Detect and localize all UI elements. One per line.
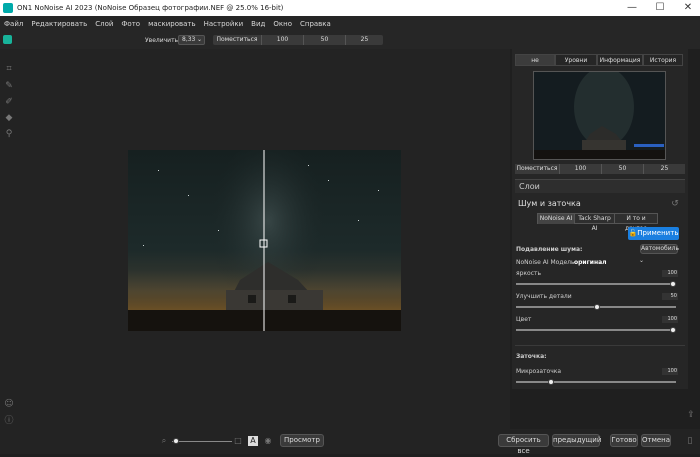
zoom-100-button[interactable]: 100 xyxy=(261,35,303,45)
zoom-presets: Поместиться 100 50 25 xyxy=(213,35,383,45)
menu-layer[interactable]: Слой xyxy=(91,20,117,28)
nav-fit-button[interactable]: Поместиться xyxy=(515,164,559,174)
menu-mask[interactable]: маскировать xyxy=(144,20,200,28)
tab-tack-sharp-ai[interactable]: Tack Sharp AI xyxy=(574,214,614,232)
reset-all-button[interactable]: Сбросить все xyxy=(498,434,549,455)
zoom-label: Увеличить xyxy=(145,37,179,44)
tab-both[interactable]: И то и другое xyxy=(614,214,657,232)
tab-levels[interactable]: Уровни xyxy=(555,54,597,66)
nav-50-button[interactable]: 50 xyxy=(601,164,643,174)
menu-bar: Файл Редактировать Слой Фото маскировать… xyxy=(0,16,700,31)
night-sky-barn-image xyxy=(128,150,401,331)
slider-label-brightness: яркость xyxy=(516,270,542,277)
slider-value-details[interactable]: 50 xyxy=(662,293,678,300)
panel-toggle-icon[interactable]: ▯ xyxy=(685,436,695,446)
slider-knob-color[interactable] xyxy=(670,327,676,333)
slider-value-brightness[interactable]: 100 xyxy=(662,270,678,277)
tab-history[interactable]: История xyxy=(643,54,683,66)
noise-header: Подавление шума: xyxy=(516,246,583,253)
model-value[interactable]: оригинал xyxy=(574,259,607,266)
menu-settings[interactable]: Настройки xyxy=(200,20,248,28)
unlock-icon: 🔓 xyxy=(628,229,638,237)
zoom-slider-track[interactable] xyxy=(172,441,232,442)
eraser-icon[interactable]: ◆ xyxy=(4,113,14,123)
tab-nonoise-ai[interactable]: NoNoise AI xyxy=(538,214,574,224)
menu-window[interactable]: Окно xyxy=(269,20,296,28)
menu-view[interactable]: Вид xyxy=(247,20,269,28)
title-bar: ON1 NoNoise AI 2023 (NoNoise Образец фот… xyxy=(0,0,700,16)
canvas[interactable] xyxy=(18,49,510,429)
thumbnail-image xyxy=(534,67,665,159)
menu-file[interactable]: Файл xyxy=(0,20,27,28)
tab-navigator[interactable]: не xyxy=(515,54,555,66)
nav-100-button[interactable]: 100 xyxy=(559,164,601,174)
cancel-button[interactable]: Отмена xyxy=(641,434,671,447)
zoom-slider-knob[interactable] xyxy=(173,438,179,444)
slider-knob-brightness[interactable] xyxy=(670,281,676,287)
export-icon[interactable]: ⇪ xyxy=(686,410,696,420)
toolbar: Увеличить 8,33 ⌄ Поместиться 100 50 25 xyxy=(0,31,700,49)
navigator-thumbnail[interactable] xyxy=(533,67,666,160)
sharpen-header: Заточка: xyxy=(516,353,547,360)
previous-button[interactable]: предыдущий xyxy=(552,434,601,447)
zoom-out-icon[interactable]: ⌕ xyxy=(159,436,169,446)
apply-label: Применить xyxy=(637,229,679,237)
zoom-25-button[interactable]: 25 xyxy=(345,35,383,45)
zoom-value: 8,33 xyxy=(182,36,196,43)
chevron-down-icon: ⌄ xyxy=(196,36,202,43)
right-panel: не Уровни Информация История Поместиться… xyxy=(512,49,688,389)
model-chevron-icon[interactable]: ⌄ xyxy=(639,257,644,264)
slider-knob-details[interactable] xyxy=(594,304,600,310)
split-view-icon[interactable]: A xyxy=(248,436,258,446)
zoom-fit-button[interactable]: Поместиться xyxy=(213,35,261,45)
bottom-bar: ⌕ □ A ◉ Просмотр Сбросить все предыдущий… xyxy=(18,429,700,455)
divider xyxy=(515,345,685,346)
user-icon[interactable]: ☺ xyxy=(4,399,14,409)
tool-bar: ⌗ ✎ ✐ ◆ ⚲ ☺ ⓘ xyxy=(0,49,18,454)
menu-edit[interactable]: Редактировать xyxy=(27,20,91,28)
photo-preview xyxy=(128,150,401,331)
apply-button[interactable]: 🔓Применить xyxy=(628,227,679,240)
refine-brush-icon[interactable]: ✎ xyxy=(4,81,14,91)
layers-title: Слои xyxy=(519,182,540,191)
slider-label-color: Цвет xyxy=(516,316,532,323)
slider-label-microsharpen: Микрозаточка xyxy=(516,368,562,375)
nav-zoom-presets: Поместиться 100 50 25 xyxy=(515,164,685,174)
zoom-tool-icon[interactable]: ⚲ xyxy=(4,129,14,139)
slider-knob-microsharpen[interactable] xyxy=(548,379,554,385)
slider-value-microsharpen[interactable]: 100 xyxy=(662,368,678,375)
preview-button[interactable]: Просмотр xyxy=(280,434,324,447)
tab-info[interactable]: Информация xyxy=(597,54,643,66)
window-title: ON1 NoNoise AI 2023 (NoNoise Образец фот… xyxy=(17,4,284,12)
zoom-select[interactable]: 8,33 ⌄ xyxy=(178,35,205,45)
section-title: Шум и заточка xyxy=(518,199,581,208)
ai-mode-tabs: NoNoise AI Tack Sharp AI И то и другое xyxy=(537,213,658,232)
menu-help[interactable]: Справка xyxy=(296,20,335,28)
model-label: NoNoise AI Модель xyxy=(516,259,575,266)
panel-tabs: не Уровни Информация История xyxy=(515,54,683,66)
menu-photo[interactable]: Фото xyxy=(117,20,144,28)
app-logo-icon xyxy=(3,35,12,44)
minimize-button[interactable]: — xyxy=(620,0,644,16)
slider-value-color[interactable]: 100 xyxy=(662,316,678,323)
slider-label-details: Улучшить детали xyxy=(516,293,572,300)
slider-track-color[interactable] xyxy=(516,329,676,331)
zoom-50-button[interactable]: 50 xyxy=(303,35,345,45)
maximize-button[interactable]: ☐ xyxy=(648,0,672,16)
slider-track-brightness[interactable] xyxy=(516,283,676,285)
brush-icon[interactable]: ✐ xyxy=(4,97,14,107)
mask-view-icon[interactable]: ◉ xyxy=(263,436,273,446)
layers-header[interactable]: Слои xyxy=(515,179,685,193)
single-view-icon[interactable]: □ xyxy=(233,436,243,446)
nav-25-button[interactable]: 25 xyxy=(643,164,685,174)
help-icon[interactable]: ⓘ xyxy=(4,416,14,426)
reset-section-icon[interactable]: ↺ xyxy=(670,199,680,209)
crop-icon[interactable]: ⌗ xyxy=(4,64,14,74)
close-button[interactable]: ✕ xyxy=(676,0,700,16)
slider-track-microsharpen[interactable] xyxy=(516,381,676,383)
app-icon xyxy=(3,3,13,13)
done-button[interactable]: Готово xyxy=(610,434,638,447)
auto-button[interactable]: Автомобиль xyxy=(640,244,679,254)
